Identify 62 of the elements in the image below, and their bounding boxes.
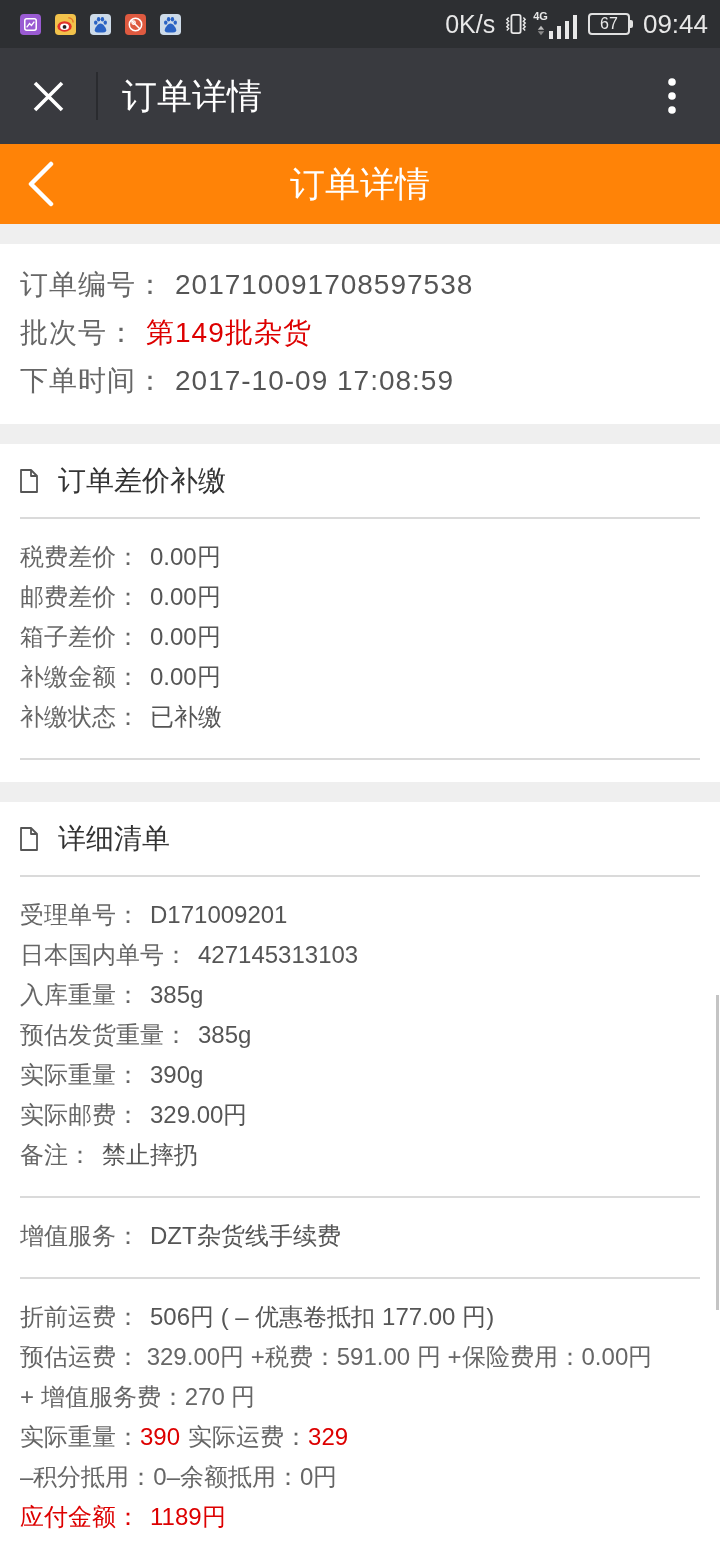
field-label: 日本国内单号： [20,941,188,968]
section-title: 订单差价补缴 [58,463,226,498]
field-label: 批次号： [20,317,136,348]
field-value: 第149批杂货 [146,317,312,348]
field-value: 禁止摔扔 [102,1141,198,1168]
field-label: 实际运费： [188,1423,309,1450]
window-title: 订单详情 [122,74,262,117]
field-value: 0.00円 [150,623,221,650]
field-value: 0.00円 [150,543,221,570]
field-label: 邮费差价： [20,583,140,610]
field-value: 201710091708597538 [175,269,474,300]
eye-icon [55,13,76,35]
picture-icon [20,13,41,35]
field-label: 应付金额： [20,1503,140,1530]
prohibited-icon [125,13,146,35]
network-speed: 0K/s [445,9,496,39]
field-value: 390 [140,1423,181,1450]
field-value: 329 [308,1423,349,1450]
field-label: 备注： [20,1141,92,1168]
field-label: 实际重量： [20,1061,140,1088]
field-label: 下单时间： [20,365,165,396]
field-value: 已补缴 [150,703,222,730]
field-label: 税费差价： [20,543,140,570]
clock: 09:44 [642,8,708,40]
network-type: 4G [533,11,548,22]
document-icon [20,826,38,851]
field-value: 390g [150,1061,204,1088]
page-title: 订单详情 [290,162,430,205]
field-value: D171009201 [150,901,288,928]
field-value: 1189円 [150,1503,226,1530]
more-icon[interactable] [668,78,676,114]
signal-icon [548,15,577,39]
field-label: 补缴状态： [20,703,140,730]
field-label: 入库重量： [20,981,140,1008]
summary-text: –积分抵用：0–余额抵用：0円 [20,1462,339,1492]
field-value: 427145313103 [198,941,359,968]
field-value: 329.00円 [150,1101,248,1128]
close-icon[interactable] [33,80,64,112]
field-label: 折前运费： [20,1303,140,1330]
vibrate-icon [505,12,528,36]
field-label: 受理单号： [20,901,140,928]
field-label: 订单编号： [20,269,165,300]
field-label: 箱子差价： [20,623,140,650]
field-value: 2017-10-09 17:08:59 [175,365,454,396]
document-icon [20,468,38,493]
field-value: 0.00円 [150,583,221,610]
paw-icon [160,13,181,35]
field-value: 506円 ( – 优惠卷抵扣 177.00 円) [150,1303,495,1330]
field-label: 增值服务： [20,1222,140,1249]
field-value: 0.00円 [150,663,221,690]
field-label: 预估发货重量： [20,1021,188,1048]
field-value: DZT杂货线手续费 [150,1222,341,1249]
battery-indicator: 67 [587,13,633,35]
data-arrows-icon [536,25,545,36]
field-value: 385g [150,981,204,1008]
field-label: 实际邮费： [20,1101,140,1128]
paw-icon [90,13,111,35]
field-label: 实际重量： [20,1423,140,1450]
field-label: 补缴金额： [20,663,140,690]
summary-text: 预估运费： 329.00円 +税费：591.00 円 +保险费用：0.00円 + 增值服务费：270 円 [20,1342,654,1412]
section-title: 详细清单 [58,821,170,856]
field-value: 385g [198,1021,252,1048]
